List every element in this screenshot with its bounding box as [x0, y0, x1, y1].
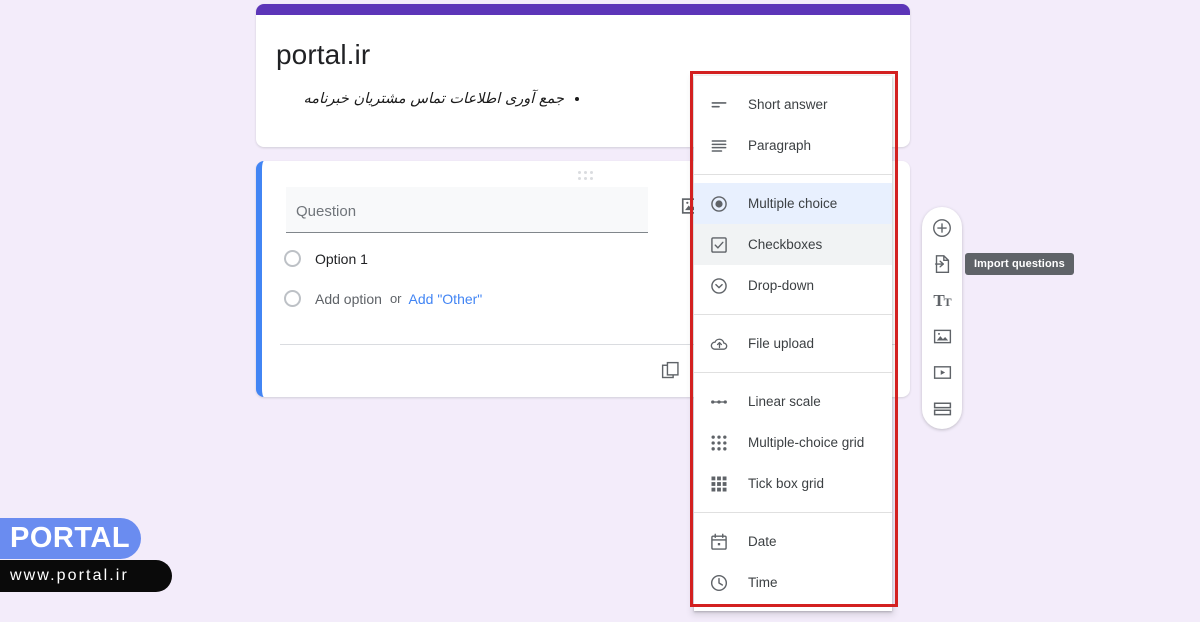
watermark: PORTAL www.portal.ir — [0, 518, 172, 592]
section-icon — [932, 398, 953, 419]
text-format-icon: TT — [933, 292, 950, 309]
menu-divider — [694, 512, 892, 513]
import-questions-button[interactable] — [930, 252, 954, 276]
checkbox-icon — [708, 234, 730, 256]
menu-item-label: Tick box grid — [748, 476, 824, 491]
menu-item-label: Linear scale — [748, 394, 821, 409]
option-row-1[interactable]: Option 1 — [284, 250, 368, 267]
add-option-row[interactable]: Add option or Add "Other" — [284, 290, 482, 307]
menu-item-label: Multiple-choice grid — [748, 435, 864, 450]
watermark-url-pill: www.portal.ir — [0, 560, 172, 592]
menu-item-label: Drop-down — [748, 278, 814, 293]
question-input[interactable] — [286, 187, 648, 233]
calendar-icon — [708, 531, 730, 553]
linear-scale-icon — [708, 391, 730, 413]
menu-item-label: Short answer — [748, 97, 828, 112]
form-accent-bar — [256, 4, 910, 15]
radio-button-icon — [708, 193, 730, 215]
menu-item-multiple-choice-grid[interactable]: Multiple-choice grid — [694, 422, 892, 463]
menu-item-drop-down[interactable]: Drop-down — [694, 265, 892, 306]
add-question-button[interactable] — [930, 216, 954, 240]
import-questions-tooltip: Import questions — [965, 253, 1074, 275]
video-icon — [932, 362, 953, 383]
question-type-menu[interactable]: Short answer Paragraph Multiple choice C… — [694, 76, 892, 611]
menu-item-linear-scale[interactable]: Linear scale — [694, 381, 892, 422]
menu-divider — [694, 372, 892, 373]
image-icon — [932, 326, 953, 347]
radio-button-icon — [284, 290, 301, 307]
form-title[interactable]: portal.ir — [276, 39, 910, 71]
option-1-label[interactable]: Option 1 — [315, 251, 368, 267]
paragraph-icon — [708, 135, 730, 157]
plus-circle-icon — [931, 217, 953, 239]
drag-handle-icon[interactable] — [578, 171, 594, 181]
add-other-link[interactable]: Add "Other" — [409, 291, 483, 307]
menu-item-short-answer[interactable]: Short answer — [694, 84, 892, 125]
radio-button-icon — [284, 250, 301, 267]
watermark-brand-pill: PORTAL — [0, 518, 141, 559]
add-video-button[interactable] — [930, 360, 954, 384]
menu-item-label: Date — [748, 534, 777, 549]
side-toolbar: TT — [922, 207, 962, 429]
duplicate-icon — [660, 360, 681, 381]
clock-icon — [708, 572, 730, 594]
menu-item-label: Checkboxes — [748, 237, 822, 252]
watermark-url-text: www.portal.ir — [10, 567, 129, 585]
menu-item-tick-box-grid[interactable]: Tick box grid — [694, 463, 892, 504]
cloud-upload-icon — [708, 333, 730, 355]
add-image-button[interactable] — [930, 324, 954, 348]
form-description-item[interactable]: جمع آوری اطلاعات تماس مشتریان خبرنامه — [302, 89, 564, 109]
radio-grid-icon — [708, 432, 730, 454]
menu-divider — [694, 314, 892, 315]
duplicate-question-button[interactable] — [657, 357, 683, 383]
menu-item-multiple-choice[interactable]: Multiple choice — [694, 183, 892, 224]
add-section-button[interactable] — [930, 396, 954, 420]
chevron-down-circle-icon — [708, 275, 730, 297]
import-file-icon — [931, 253, 953, 275]
menu-item-label: Multiple choice — [748, 196, 837, 211]
menu-item-label: Paragraph — [748, 138, 811, 153]
menu-item-paragraph[interactable]: Paragraph — [694, 125, 892, 166]
add-option-label[interactable]: Add option — [315, 291, 382, 307]
menu-item-checkboxes[interactable]: Checkboxes — [694, 224, 892, 265]
menu-item-file-upload[interactable]: File upload — [694, 323, 892, 364]
add-title-description-button[interactable]: TT — [930, 288, 954, 312]
menu-item-time[interactable]: Time — [694, 562, 892, 603]
menu-item-date[interactable]: Date — [694, 521, 892, 562]
or-label: or — [390, 291, 402, 306]
short-answer-icon — [708, 94, 730, 116]
menu-item-label: File upload — [748, 336, 814, 351]
checkbox-grid-icon — [708, 473, 730, 495]
watermark-brand-text: PORTAL — [10, 522, 130, 555]
menu-divider — [694, 174, 892, 175]
menu-item-label: Time — [748, 575, 778, 590]
